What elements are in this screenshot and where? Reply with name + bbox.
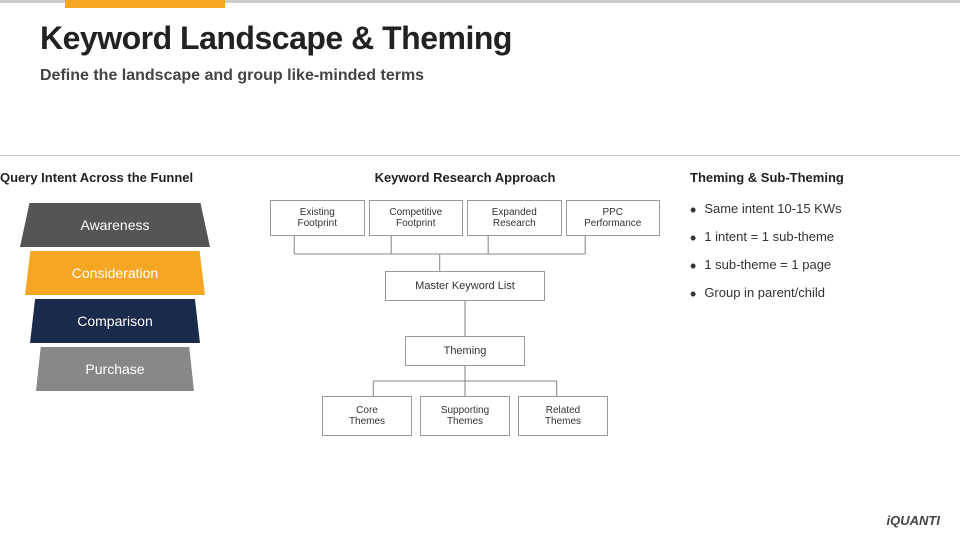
section-divider [0,155,960,156]
bullet-item-4: • Group in parent/child [690,285,950,303]
bullet-item-2: • 1 intent = 1 sub-theme [690,229,950,247]
right-section: Theming & Sub-Theming • Same intent 10-1… [690,170,950,313]
theming-bottom-svg [270,366,660,396]
theming-label: Theming [444,345,487,357]
left-section: Query Intent Across the Funnel Awareness… [0,170,230,391]
funnel-awareness: Awareness [20,203,210,247]
master-keyword-label: Master Keyword List [415,280,515,292]
theming-to-bottom-connector [270,366,660,396]
funnel-consideration: Consideration [25,251,205,295]
funnel-comparison: Comparison [30,299,200,343]
right-section-heading: Theming & Sub-Theming [690,170,950,185]
top-connector-svg [270,236,660,271]
connector-top-to-master [270,236,660,271]
master-to-theming-connector [270,301,660,336]
bullet-dot-2: • [690,229,696,247]
bullet-text-1: Same intent 10-15 KWs [704,201,841,216]
bullet-dot-4: • [690,285,696,303]
theming-box: Theming [405,336,525,366]
bullet-text-2: 1 intent = 1 sub-theme [704,229,834,244]
bullet-item-1: • Same intent 10-15 KWs [690,201,950,219]
bullet-dot-1: • [690,201,696,219]
bullet-text-4: Group in parent/child [704,285,825,300]
bullet-list: • Same intent 10-15 KWs • 1 intent = 1 s… [690,201,950,303]
related-themes-box: RelatedThemes [518,396,608,436]
core-themes-box: CoreThemes [322,396,412,436]
brand-logo: iQUANTI [887,513,940,528]
bullet-item-3: • 1 sub-theme = 1 page [690,257,950,275]
ppc-performance-box: PPCPerformance [566,200,661,236]
bullet-dot-3: • [690,257,696,275]
funnel-comparison-label: Comparison [77,313,152,329]
master-keyword-box: Master Keyword List [385,271,545,301]
existing-footprint-box: ExistingFootprint [270,200,365,236]
middle-section: Keyword Research Approach ExistingFootpr… [270,170,660,436]
top-bar-accent [65,0,225,8]
main-title: Keyword Landscape & Theming [40,20,512,57]
master-theming-svg [270,301,660,336]
bullet-text-3: 1 sub-theme = 1 page [704,257,831,272]
supporting-themes-box: SupportingThemes [420,396,510,436]
title-section: Keyword Landscape & Theming Define the l… [40,20,512,85]
competitive-footprint-box: CompetitiveFootprint [369,200,464,236]
expanded-research-box: ExpandedResearch [467,200,562,236]
funnel-purchase-label: Purchase [85,361,144,377]
left-section-heading: Query Intent Across the Funnel [0,170,230,185]
funnel-awareness-label: Awareness [80,217,149,233]
funnel-container: Awareness Consideration Comparison Purch… [0,203,230,391]
funnel-purchase: Purchase [36,347,194,391]
flow-chart: ExistingFootprint CompetitiveFootprint E… [270,200,660,436]
middle-section-heading: Keyword Research Approach [270,170,660,185]
funnel-consideration-label: Consideration [72,265,158,281]
top-boxes: ExistingFootprint CompetitiveFootprint E… [270,200,660,236]
bottom-boxes: CoreThemes SupportingThemes RelatedTheme… [270,396,660,436]
subtitle: Define the landscape and group like-mind… [40,67,512,85]
